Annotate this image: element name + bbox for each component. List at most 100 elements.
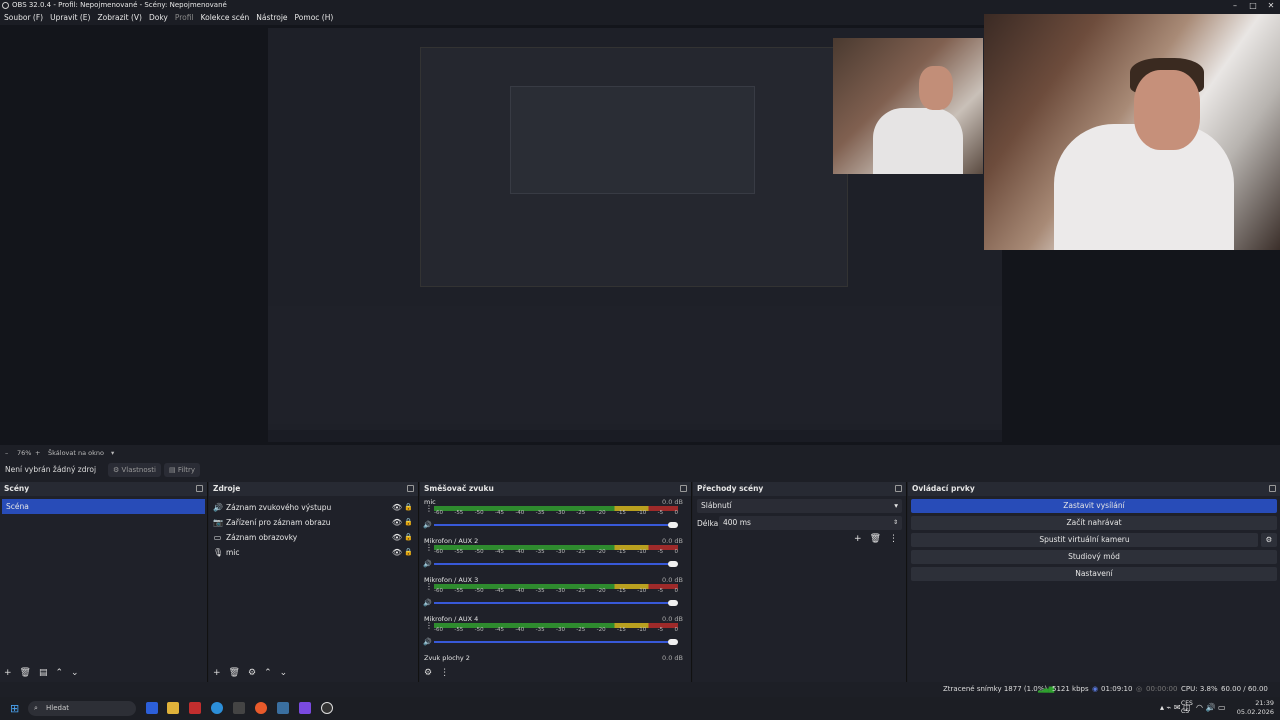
slider-handle[interactable] — [668, 600, 678, 606]
menu-profile[interactable]: Profil — [172, 11, 197, 25]
speaker-icon[interactable]: 🔊 — [423, 560, 432, 568]
meter-tick: 0 — [674, 627, 678, 633]
menu-dots-icon[interactable]: ⋮ — [440, 668, 449, 678]
add-icon[interactable]: + — [4, 668, 12, 678]
undock-icon[interactable] — [196, 485, 203, 492]
folder-icon[interactable] — [167, 702, 179, 714]
sources-dock: Zdroje 🔊 Záznam zvukového výstupu 👁 🔒 📷 Zaří… — [209, 482, 419, 682]
meter-tick: 0 — [674, 588, 678, 594]
undock-icon[interactable] — [1269, 485, 1276, 492]
move-down-icon[interactable]: ⌄ — [71, 668, 79, 678]
speaker-icon[interactable]: 🔊 — [423, 599, 432, 607]
duration-input[interactable]: 400 ms ⇕ — [719, 516, 902, 530]
firefox-icon[interactable] — [255, 702, 267, 714]
speaker-icon[interactable]: 🔊 — [423, 638, 432, 646]
search-box[interactable]: ⌕ Hledat — [28, 701, 136, 716]
undock-icon[interactable] — [407, 485, 414, 492]
stop-streaming-button[interactable]: Zastavit vysílání — [911, 499, 1277, 513]
speaker-icon[interactable]: 🔊 — [423, 521, 432, 529]
properties-button[interactable]: ⚙ Vlastnosti — [108, 463, 161, 477]
menu-file[interactable]: Soubor (F) — [1, 11, 46, 25]
edge-icon[interactable] — [211, 702, 223, 714]
source-item[interactable]: ▭ Záznam obrazovky 👁 🔒 — [209, 530, 418, 545]
meter-tick: -50 — [474, 510, 484, 516]
wifi-volume-battery-icon[interactable]: ◠ 🔊 ▭ — [1196, 703, 1226, 712]
menu-help[interactable]: Pomoc (H) — [292, 11, 337, 25]
virtual-camera-settings-gear-icon[interactable]: ⚙ — [1261, 533, 1277, 547]
filter-icon[interactable]: ▤ — [39, 668, 48, 678]
settings-button[interactable]: Nastavení — [911, 567, 1277, 581]
obs-icon[interactable] — [321, 702, 333, 714]
visibility-eye-icon[interactable]: 👁 — [392, 545, 402, 560]
meter-tick: -30 — [555, 510, 565, 516]
app-icon[interactable] — [146, 702, 158, 714]
close-button[interactable]: ✕ — [1262, 0, 1280, 11]
steam-icon[interactable] — [277, 702, 289, 714]
meter-tick: -50 — [474, 588, 484, 594]
source-item[interactable]: 🔊 Záznam zvukového výstupu 👁 🔒 — [209, 500, 418, 515]
menu-scene-collection[interactable]: Kolekce scén — [198, 11, 253, 25]
volume-slider[interactable] — [434, 561, 678, 567]
visibility-eye-icon[interactable]: 👁 — [392, 515, 402, 530]
lock-icon[interactable]: 🔒 — [404, 530, 413, 545]
move-down-icon[interactable]: ⌄ — [280, 668, 288, 678]
language-indicator[interactable]: CES CS — [1181, 700, 1193, 716]
duration-label: Délka — [697, 518, 719, 528]
meter-scale: -60 -55 -50 -45 -40 -35 -30 -25 -20 -15 -10 -5 0 — [434, 549, 678, 555]
move-up-icon[interactable]: ⌃ — [264, 668, 272, 678]
app-red-icon[interactable] — [189, 702, 201, 714]
meter-tick: -30 — [555, 627, 565, 633]
undock-icon[interactable] — [680, 485, 687, 492]
zoom-in-icon[interactable]: + — [35, 447, 40, 459]
stepper-icon[interactable]: ⇕ — [893, 516, 898, 530]
visibility-eye-icon[interactable]: 👁 — [392, 500, 402, 515]
channel-menu-icon[interactable]: ⋮ — [425, 505, 433, 513]
channel-menu-icon[interactable]: ⋮ — [425, 583, 433, 591]
start-recording-button[interactable]: Začít nahrávat — [911, 516, 1277, 530]
undock-icon[interactable] — [895, 485, 902, 492]
trash-icon[interactable]: 🗑 — [870, 534, 881, 544]
menu-dots-icon[interactable]: ⋮ — [889, 534, 898, 544]
volume-slider[interactable] — [434, 600, 678, 606]
volume-slider[interactable] — [434, 639, 678, 645]
add-icon[interactable]: + — [213, 668, 221, 678]
maximize-button[interactable]: □ — [1244, 0, 1262, 11]
add-icon[interactable]: + — [854, 534, 862, 544]
volume-slider[interactable] — [434, 522, 678, 528]
trash-icon[interactable]: 🗑 — [20, 668, 31, 678]
studio-mode-button[interactable]: Studiový mód — [911, 550, 1277, 564]
visibility-eye-icon[interactable]: 👁 — [392, 530, 402, 545]
clock[interactable]: 21:39 05.02.2026 — [1237, 699, 1274, 717]
lock-icon[interactable]: 🔒 — [404, 500, 413, 515]
chevron-down-icon[interactable]: ▾ — [111, 447, 114, 459]
lock-icon[interactable]: 🔒 — [404, 515, 413, 530]
gear-icon[interactable]: ⚙ — [424, 668, 432, 678]
menu-tools[interactable]: Nástroje — [253, 11, 290, 25]
filters-button[interactable]: ▤ Filtry — [164, 463, 201, 477]
menu-docks[interactable]: Doky — [146, 11, 171, 25]
slider-handle[interactable] — [668, 639, 678, 645]
trash-icon[interactable]: 🗑 — [229, 668, 240, 678]
zoom-out-icon[interactable]: – — [5, 447, 8, 459]
meter-tick: 0 — [674, 549, 678, 555]
start-virtual-camera-button[interactable]: Spustit virtuální kameru — [911, 533, 1258, 547]
menu-view[interactable]: Zobrazit (V) — [94, 11, 145, 25]
channel-menu-icon[interactable]: ⋮ — [425, 622, 433, 630]
mixer-channel: Zvuk plochy 2 0.0 dB — [420, 652, 691, 666]
slider-handle[interactable] — [668, 561, 678, 567]
scale-mode[interactable]: Škálovat na okno — [48, 447, 104, 459]
discord-icon[interactable] — [299, 702, 311, 714]
slider-handle[interactable] — [668, 522, 678, 528]
minimize-button[interactable]: – — [1226, 0, 1244, 11]
channel-menu-icon[interactable]: ⋮ — [425, 544, 433, 552]
lock-icon[interactable]: 🔒 — [404, 545, 413, 560]
move-up-icon[interactable]: ⌃ — [56, 668, 64, 678]
scene-item[interactable]: Scéna — [2, 499, 205, 514]
gear-icon[interactable]: ⚙ — [248, 668, 256, 678]
windows-start-icon[interactable]: ⊞ — [10, 702, 19, 715]
menu-edit[interactable]: Upravit (E) — [47, 11, 93, 25]
transition-select[interactable]: Slábnutí ▾ — [697, 499, 902, 513]
grid-app-icon[interactable] — [233, 702, 245, 714]
source-item[interactable]: 🎙 mic 👁 🔒 — [209, 545, 418, 560]
source-item[interactable]: 📷 Zařízení pro záznam obrazu 👁 🔒 — [209, 515, 418, 530]
